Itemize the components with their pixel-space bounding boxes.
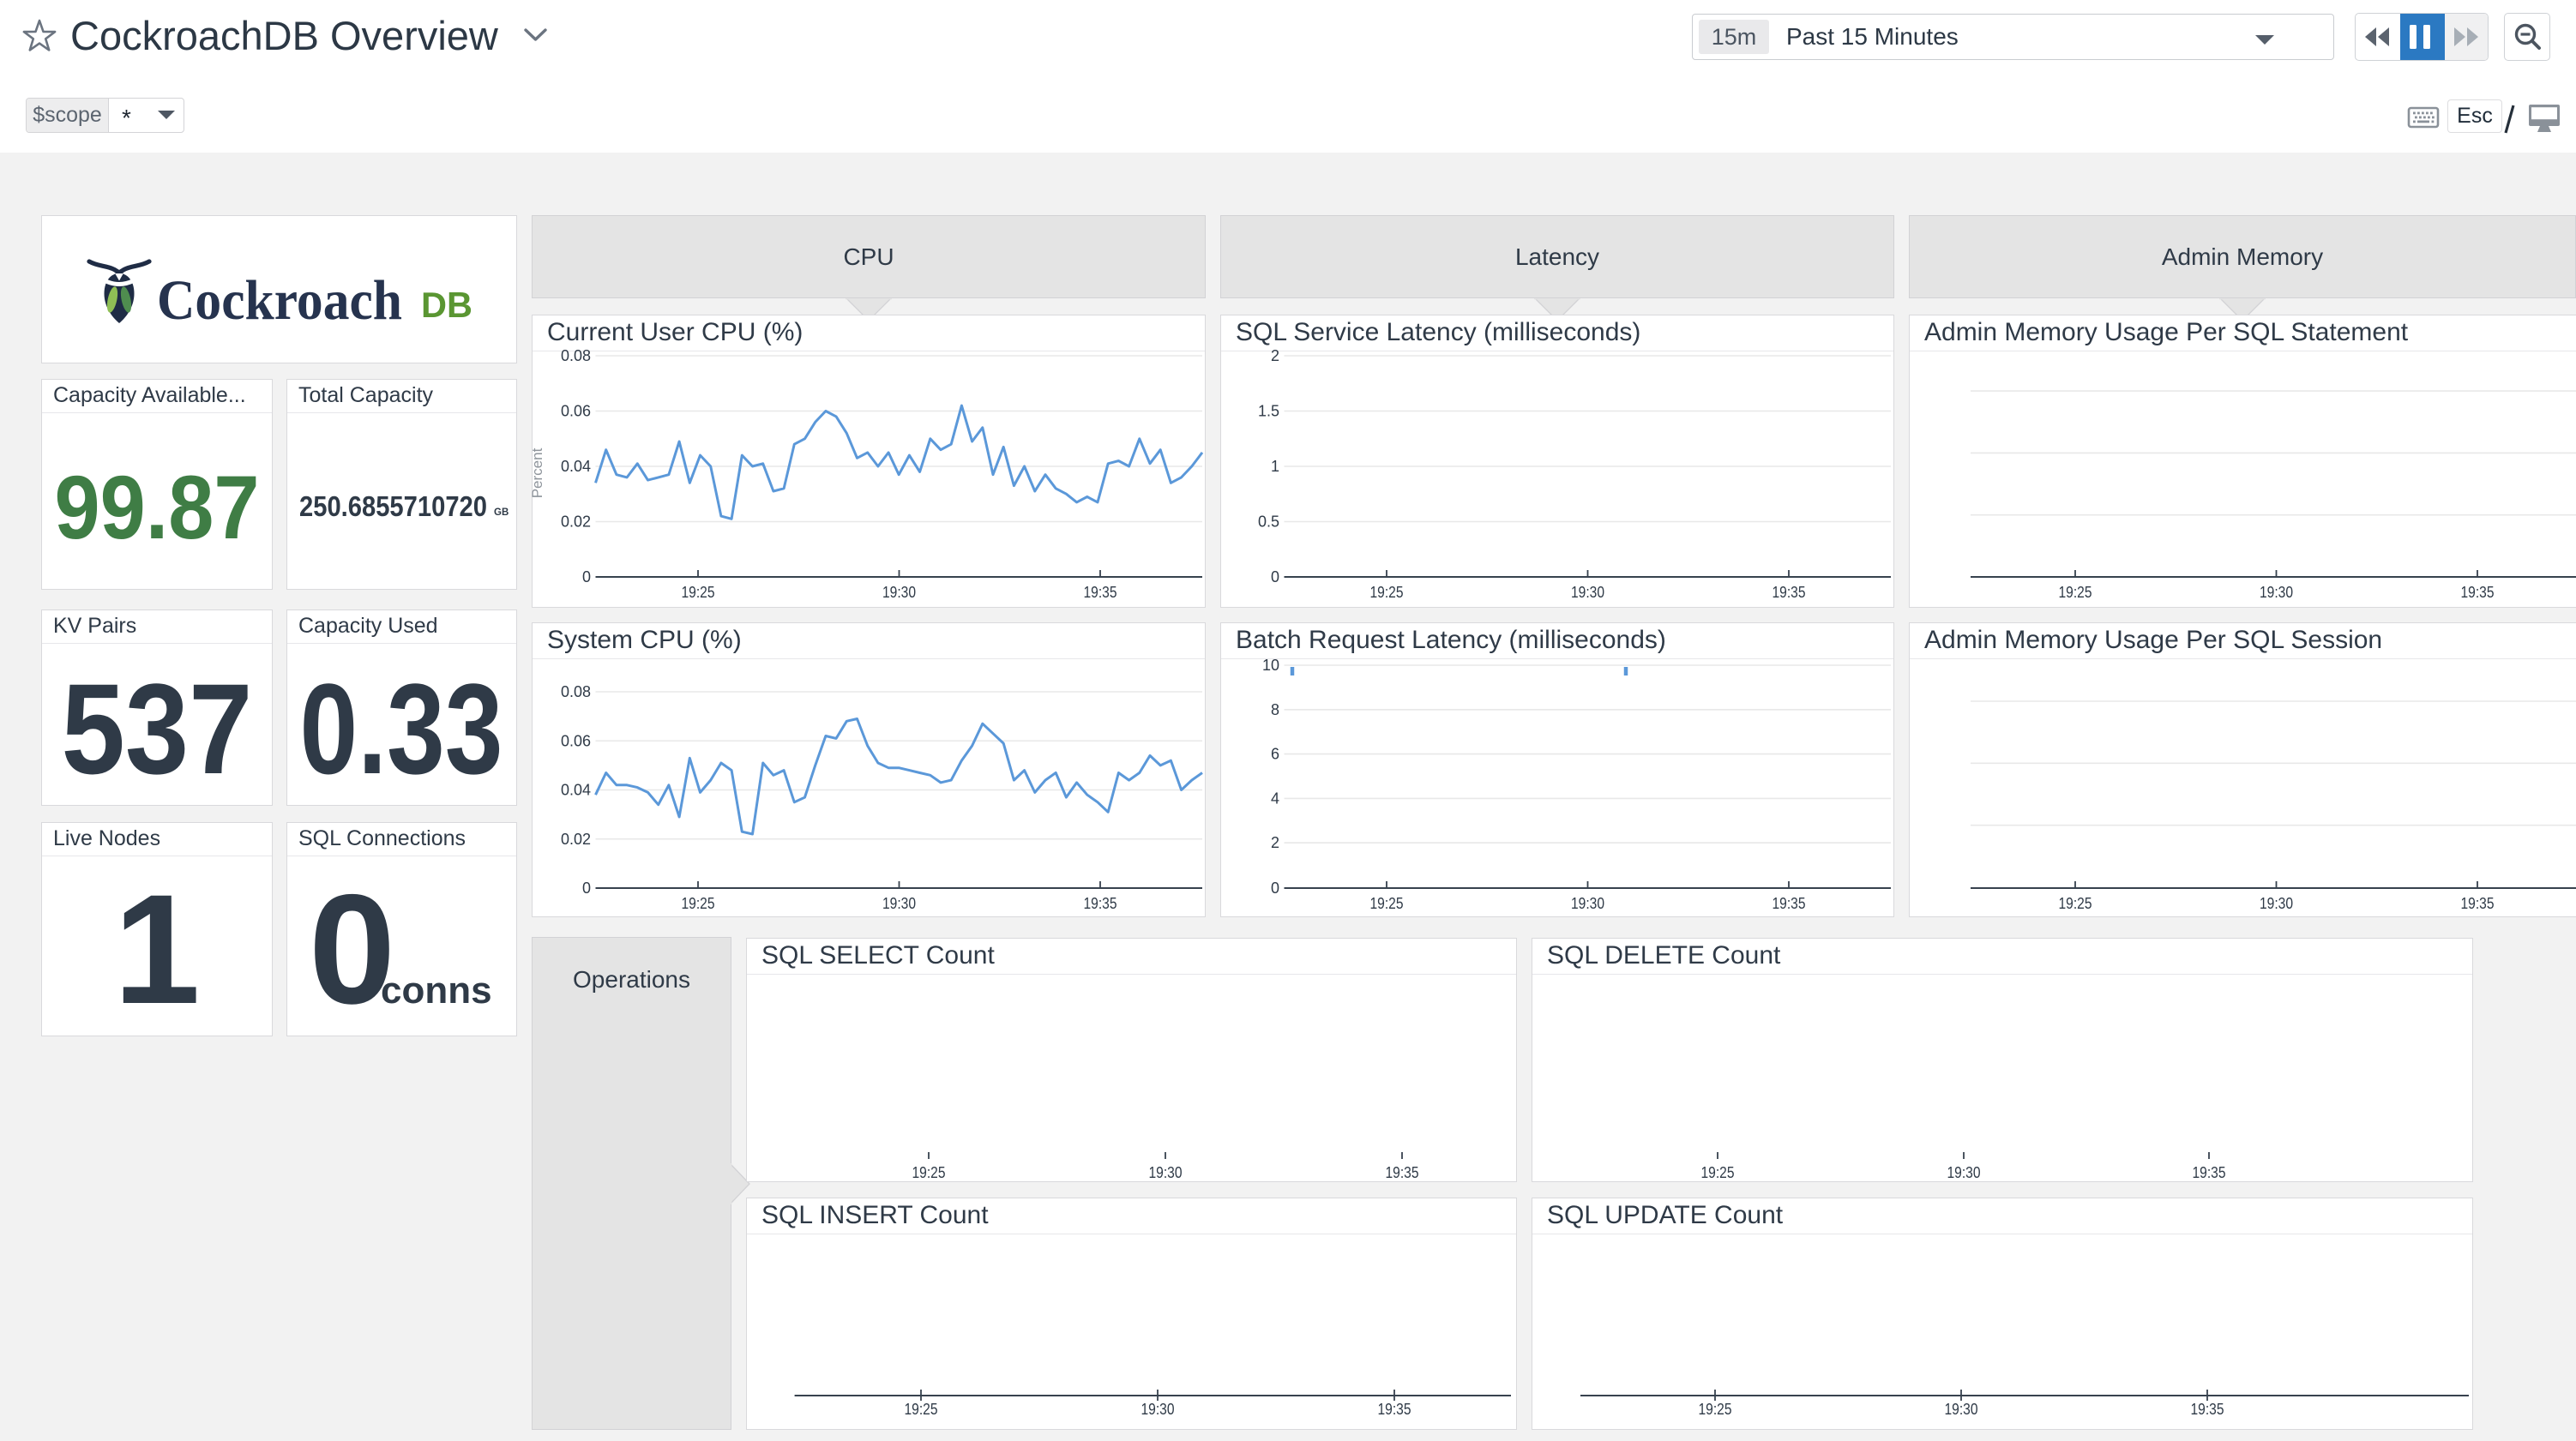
svg-text:conns: conns (381, 970, 492, 1012)
svg-text:19:25: 19:25 (682, 895, 715, 912)
svg-text:CockroachDB Overview: CockroachDB Overview (70, 13, 499, 58)
svg-text:19:30: 19:30 (882, 895, 916, 912)
svg-text:19:30: 19:30 (1571, 584, 1604, 601)
svg-text:19:35: 19:35 (2193, 1164, 2226, 1181)
svg-text:19:30: 19:30 (1947, 1164, 1981, 1181)
svg-text:0.04: 0.04 (561, 458, 591, 475)
svg-text:19:35: 19:35 (1773, 895, 1806, 912)
svg-text:0.04: 0.04 (561, 782, 591, 799)
svg-text:0: 0 (582, 568, 591, 585)
svg-text:DB: DB (421, 285, 472, 325)
svg-text:19:35: 19:35 (1773, 584, 1806, 601)
svg-text:0.08: 0.08 (561, 347, 591, 364)
svg-text:99.87: 99.87 (55, 458, 260, 558)
svg-text:19:35: 19:35 (1084, 584, 1117, 601)
svg-text:19:30: 19:30 (2260, 584, 2293, 601)
svg-text:19:25: 19:25 (2059, 584, 2092, 601)
svg-text:0.02: 0.02 (561, 513, 591, 531)
svg-text:0.06: 0.06 (561, 732, 591, 749)
svg-text:0.02: 0.02 (561, 831, 591, 848)
svg-text:1.5: 1.5 (1258, 403, 1279, 420)
svg-text:2: 2 (1271, 834, 1279, 851)
svg-text:0.06: 0.06 (561, 403, 591, 420)
svg-text:19:25: 19:25 (1699, 1401, 1732, 1418)
svg-text:1: 1 (1271, 458, 1279, 475)
svg-text:19:30: 19:30 (1141, 1401, 1175, 1418)
svg-text:Cockroach: Cockroach (157, 269, 402, 332)
svg-text:0.5: 0.5 (1258, 513, 1279, 531)
svg-text:0: 0 (1271, 568, 1279, 585)
svg-text:19:25: 19:25 (905, 1401, 938, 1418)
svg-text:8: 8 (1271, 701, 1279, 718)
svg-text:19:25: 19:25 (1701, 1164, 1735, 1181)
svg-text:19:30: 19:30 (1945, 1401, 1978, 1418)
svg-text:2: 2 (1271, 347, 1279, 364)
svg-text:4: 4 (1271, 790, 1279, 807)
svg-text:19:35: 19:35 (2461, 895, 2495, 912)
svg-text:19:25: 19:25 (682, 584, 715, 601)
svg-text:19:25: 19:25 (912, 1164, 946, 1181)
svg-text:1: 1 (113, 862, 200, 1036)
svg-text:19:35: 19:35 (1386, 1164, 1419, 1181)
svg-text:537: 537 (62, 657, 253, 801)
svg-text:250.6855710720: 250.6855710720 (299, 490, 487, 522)
svg-text:Percent: Percent (532, 447, 545, 498)
svg-text:19:35: 19:35 (1378, 1401, 1411, 1418)
svg-text:19:25: 19:25 (1370, 584, 1404, 601)
svg-text:19:35: 19:35 (1084, 895, 1117, 912)
svg-text:19:25: 19:25 (2059, 895, 2092, 912)
svg-text:19:35: 19:35 (2191, 1401, 2224, 1418)
svg-text:0.33: 0.33 (300, 657, 503, 801)
svg-text:19:30: 19:30 (882, 584, 916, 601)
svg-text:19:30: 19:30 (1149, 1164, 1183, 1181)
svg-text:0: 0 (1271, 880, 1279, 897)
svg-text:0: 0 (582, 880, 591, 897)
svg-text:6: 6 (1271, 746, 1279, 763)
svg-text:19:35: 19:35 (2461, 584, 2495, 601)
svg-text:0.08: 0.08 (561, 683, 591, 700)
svg-text:GB: GB (494, 507, 509, 518)
svg-text:19:30: 19:30 (2260, 895, 2293, 912)
svg-text:19:30: 19:30 (1571, 895, 1604, 912)
svg-text:10: 10 (1262, 657, 1279, 674)
svg-text:19:25: 19:25 (1370, 895, 1404, 912)
